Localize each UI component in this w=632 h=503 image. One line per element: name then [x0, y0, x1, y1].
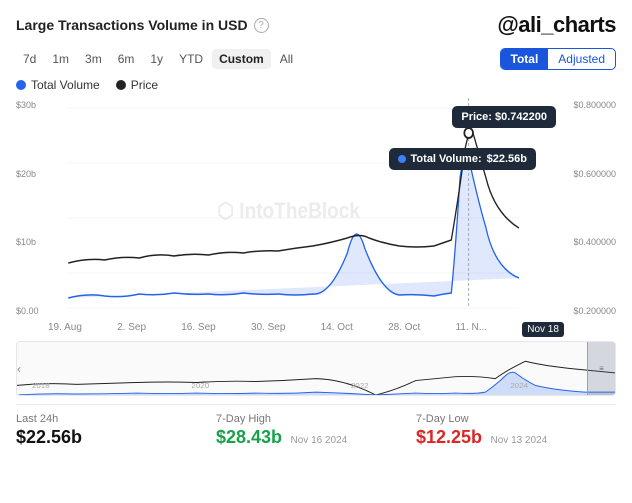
stats-row: Last 24h $22.56b 7-Day High $28.43b Nov … [16, 404, 616, 448]
scroll-arrows: ≡ [599, 364, 604, 373]
y-left-0: $0.00 [16, 306, 39, 316]
tooltip-volume-label: Total Volume: [411, 153, 482, 165]
time-btn-1m[interactable]: 1m [45, 49, 76, 69]
stat-value-7day-high: $28.43b Nov 16 2024 [216, 427, 416, 448]
stat-meta-7day-high: Nov 16 2024 [291, 435, 348, 446]
time-btn-3m[interactable]: 3m [78, 49, 109, 69]
stat-amount-7day-low: $12.25b [416, 427, 482, 447]
date-oct14: 14. Oct [321, 322, 353, 337]
y-axis-left: $30b $20b $10b $0.00 [16, 98, 39, 318]
tooltip-volume: Total Volume: $22.56b [389, 148, 536, 170]
stat-label-7day-high: 7-Day High [216, 413, 416, 425]
chart-svg: ⬡ IntoTheBlock [16, 98, 616, 318]
view-toggle: Total Adjusted [500, 48, 616, 70]
tooltip-price-label: Price: [461, 111, 495, 123]
stat-label-7day-low: 7-Day Low [416, 413, 616, 425]
date-oct28: 28. Oct [388, 322, 420, 337]
date-sep16: 16. Sep [181, 322, 215, 337]
legend-label-volume: Total Volume [31, 78, 100, 92]
header-left: Large Transactions Volume in USD ? [16, 17, 269, 33]
tooltip-volume-value: $22.56b [487, 153, 527, 165]
y-right-0.4: $0.400000 [573, 237, 616, 247]
time-btn-1y[interactable]: 1y [143, 49, 170, 69]
info-icon[interactable]: ? [254, 18, 269, 33]
stat-amount-7day-high: $28.43b [216, 427, 282, 447]
legend-label-price: Price [131, 78, 158, 92]
time-btn-7d[interactable]: 7d [16, 49, 43, 69]
stat-value-7day-low: $12.25b Nov 13 2024 [416, 427, 616, 448]
time-btn-all[interactable]: All [273, 49, 300, 69]
svg-text:⬡ IntoTheBlock: ⬡ IntoTheBlock [217, 199, 360, 224]
date-aug19: 19. Aug [48, 322, 82, 337]
mini-scroll-handle[interactable]: ≡ [587, 342, 615, 395]
svg-text:2022: 2022 [351, 381, 369, 390]
time-btn-ytd[interactable]: YTD [172, 49, 210, 69]
date-nov11: 11. N... [456, 322, 488, 337]
stat-meta-7day-low: Nov 13 2024 [491, 435, 548, 446]
legend: Total Volume Price [16, 78, 616, 92]
mini-nav-left[interactable]: ‹ [17, 362, 21, 376]
time-filters: 7d 1m 3m 6m 1y YTD Custom All [16, 49, 300, 69]
time-btn-6m[interactable]: 6m [111, 49, 142, 69]
y-right-0.6: $0.600000 [573, 169, 616, 179]
y-right-0.8: $0.800000 [573, 100, 616, 110]
date-sep30: 30. Sep [251, 322, 285, 337]
y-left-20b: $20b [16, 169, 39, 179]
svg-text:2020: 2020 [191, 381, 209, 390]
stat-7day-low: 7-Day Low $12.25b Nov 13 2024 [416, 413, 616, 448]
legend-dot-volume [16, 80, 26, 90]
y-axis-right: $0.800000 $0.600000 $0.400000 $0.200000 [573, 98, 616, 318]
tooltip-dot [398, 155, 406, 163]
controls-row: 7d 1m 3m 6m 1y YTD Custom All Total Adju… [16, 48, 616, 70]
tooltip-price-value: $0.742200 [495, 111, 547, 123]
stat-amount-last24h: $22.56b [16, 427, 82, 447]
stat-7day-high: 7-Day High $28.43b Nov 16 2024 [216, 413, 416, 448]
legend-item-volume: Total Volume [16, 78, 100, 92]
svg-text:2024: 2024 [510, 381, 528, 390]
mini-chart[interactable]: 2018 2020 2022 2024 ≡ ‹ [16, 341, 616, 396]
svg-text:2018: 2018 [32, 381, 50, 390]
main-chart: $30b $20b $10b $0.00 $0.800000 $0.600000… [16, 98, 616, 318]
view-btn-total[interactable]: Total [501, 49, 549, 69]
date-sep2: 2. Sep [117, 322, 146, 337]
main-container: Large Transactions Volume in USD ? @ali_… [0, 0, 632, 503]
y-left-30b: $30b [16, 100, 39, 110]
stat-last24h: Last 24h $22.56b [16, 413, 216, 448]
scroll-bars: ≡ [599, 364, 604, 373]
tooltip-price: Price: $0.742200 [452, 106, 556, 128]
watermark: @ali_charts [497, 12, 616, 38]
view-btn-adjusted[interactable]: Adjusted [548, 49, 615, 69]
header: Large Transactions Volume in USD ? @ali_… [16, 12, 616, 38]
legend-dot-price [116, 80, 126, 90]
date-labels: 19. Aug 2. Sep 16. Sep 30. Sep 14. Oct 2… [16, 322, 616, 337]
y-right-0.2: $0.200000 [573, 306, 616, 316]
chart-title: Large Transactions Volume in USD [16, 17, 248, 33]
time-btn-custom[interactable]: Custom [212, 49, 271, 69]
y-left-10b: $10b [16, 237, 39, 247]
date-nov18: Nov 18 [522, 322, 564, 337]
mini-chart-svg: 2018 2020 2022 2024 [17, 342, 615, 395]
stat-label-last24h: Last 24h [16, 413, 216, 425]
stat-value-last24h: $22.56b [16, 427, 216, 448]
legend-item-price: Price [116, 78, 158, 92]
